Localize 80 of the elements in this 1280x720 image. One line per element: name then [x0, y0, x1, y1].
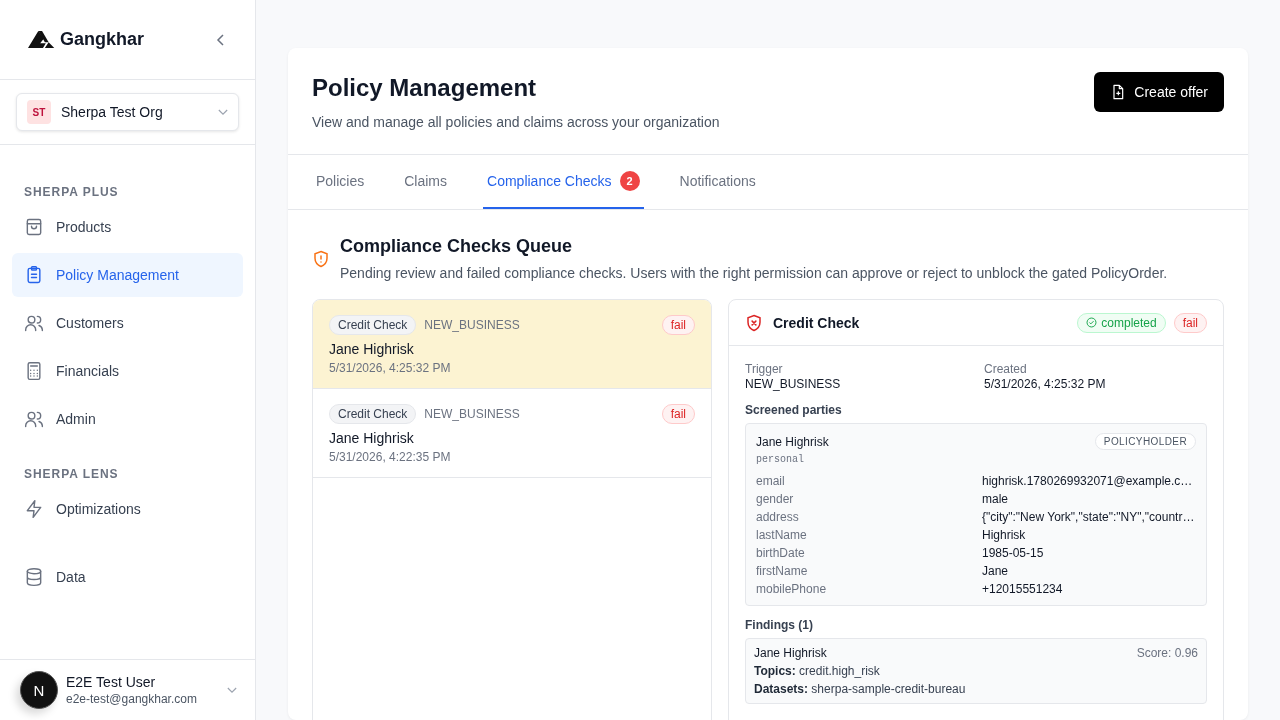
party-name: Jane Highrisk	[756, 434, 829, 449]
status-badge: fail	[661, 315, 695, 335]
shield-alert-icon	[312, 250, 330, 268]
nav-section-title: SHERPA PLUS	[23, 184, 120, 201]
field-value: 5/31/2026, 4:25:32 PM	[984, 377, 1107, 391]
chevron-down-icon[interactable]	[227, 686, 237, 694]
field-label: Trigger	[745, 362, 784, 376]
status-badge: fail	[1173, 312, 1207, 333]
tab[interactable]: Notifications	[675, 155, 760, 209]
database-icon	[24, 567, 44, 587]
brand-name: Gangkhar	[60, 29, 145, 50]
nav-item[interactable]: Data	[12, 555, 243, 599]
check-circle-icon	[1086, 317, 1098, 328]
party-name: Jane Highrisk	[329, 341, 415, 357]
page-subtitle: View and manage all policies and claims across your organization	[312, 114, 720, 130]
status-badge: fail	[661, 404, 695, 424]
tab[interactable]: Policies	[312, 155, 369, 209]
nav-item[interactable]: Financials	[12, 349, 243, 393]
role-tag: POLICYHOLDER	[1094, 433, 1196, 450]
timestamp: 5/31/2026, 4:22:35 PM	[329, 450, 452, 464]
score: Score: 0.96	[1136, 646, 1198, 660]
attribute-name: email	[756, 474, 786, 488]
trigger-label: NEW_BUSINESS	[424, 407, 521, 421]
count-badge: 2	[619, 171, 640, 191]
party-type: personal	[756, 454, 805, 465]
check-type-tag: Credit Check	[329, 315, 417, 335]
attribute-value: {"city":"New York","state":"NY","countr…	[982, 510, 1196, 524]
status-badge: completed	[1077, 312, 1166, 333]
chevron-down-icon	[218, 108, 228, 116]
attribute-value: male	[982, 492, 1009, 506]
nav-item[interactable]: Optimizations	[12, 487, 243, 531]
calculator-icon	[24, 361, 44, 381]
attribute-name: firstName	[756, 564, 809, 578]
shopping-bag-icon	[24, 217, 44, 237]
party-name: Jane Highrisk	[754, 646, 827, 660]
timestamp: 5/31/2026, 4:25:32 PM	[329, 361, 452, 375]
user-avatar[interactable]: N	[20, 671, 58, 709]
queue-item[interactable]: Credit Check NEW_BUSINESS fail Jane Highrisk 5/31/2026, 4:22:35 PM	[313, 389, 711, 478]
attribute-name: gender	[756, 492, 795, 506]
subsection-heading: Screened parties	[745, 403, 843, 417]
organization-selector[interactable]: ST Sherpa Test Org	[16, 93, 239, 131]
finding-detail: Datasets: sherpa-sample-credit-bureau	[754, 682, 967, 696]
attribute-name: mobilePhone	[756, 582, 828, 596]
nav-item[interactable]: Admin	[12, 397, 243, 441]
party-name: Jane Highrisk	[329, 430, 415, 446]
field-value: NEW_BUSINESS	[745, 377, 842, 391]
finding-detail: Topics: credit.high_risk	[754, 664, 881, 678]
organization-avatar: ST	[27, 100, 51, 124]
attribute-value: Highrisk	[982, 528, 1027, 542]
nav-item[interactable]: Policy Management	[12, 253, 243, 297]
attribute-value: +12015551234	[982, 582, 1064, 596]
tab[interactable]: Compliance Checks 2	[483, 155, 644, 209]
lightning-icon	[24, 499, 44, 519]
field-label: Created	[984, 362, 1028, 376]
shield-x-icon	[745, 313, 763, 332]
trigger-label: NEW_BUSINESS	[424, 318, 521, 332]
nav-section-title: SHERPA LENS	[23, 466, 120, 483]
detail-title: Credit Check	[773, 314, 861, 331]
create-offer-button[interactable]: Create offer	[1094, 72, 1224, 112]
page-title: Policy Management	[312, 74, 538, 102]
users-icon	[24, 313, 44, 333]
users-icon	[24, 409, 44, 429]
nav-item[interactable]: Customers	[12, 301, 243, 345]
attribute-value: Jane	[982, 564, 1010, 578]
section-title: Compliance Checks Queue	[340, 236, 574, 257]
check-type-tag: Credit Check	[329, 404, 417, 424]
nav-item[interactable]: Products	[12, 205, 243, 249]
attribute-value: 1985-05-15	[982, 546, 1045, 560]
user-email: e2e-test@gangkhar.com	[66, 692, 198, 706]
attribute-value: highrisk.1780269932071@example.c…	[982, 474, 1194, 488]
user-name: E2E Test User	[66, 674, 157, 690]
subsection-heading: Findings (1)	[745, 618, 814, 632]
section-description: Pending review and failed compliance checks. Users with the right permission can approve or reject to unblock the gated PolicyOrder.	[340, 265, 1168, 281]
clipboard-icon	[24, 265, 44, 285]
collapse-chevron-icon[interactable]	[215, 33, 227, 46]
attribute-name: birthDate	[756, 546, 806, 560]
queue-item[interactable]: Credit Check NEW_BUSINESS fail Jane Highrisk 5/31/2026, 4:25:32 PM	[313, 300, 711, 389]
attribute-name: address	[756, 510, 800, 524]
attribute-name: lastName	[756, 528, 808, 542]
tab[interactable]: Claims	[400, 155, 452, 209]
